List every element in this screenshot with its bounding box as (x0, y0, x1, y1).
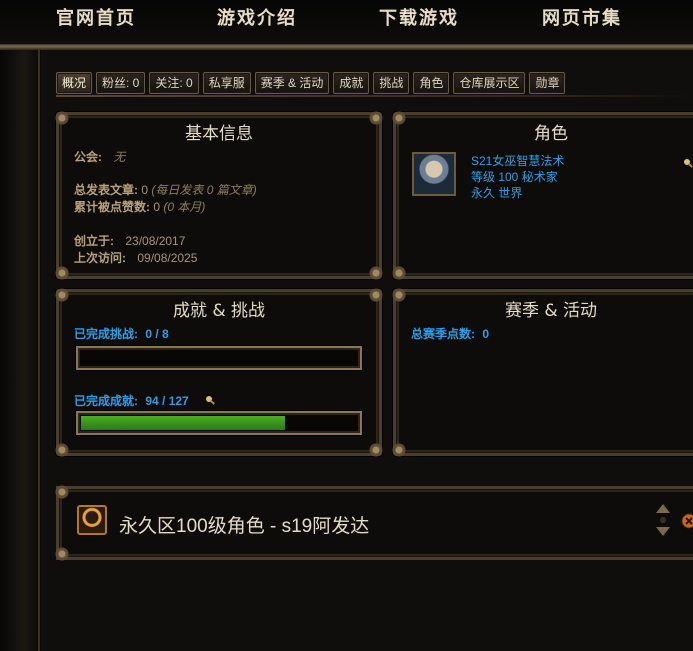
tab-overview[interactable]: 概况 (56, 72, 93, 94)
character-realm: 永久 世界 (471, 186, 523, 200)
character-panel: 角色 S21女巫智慧法术 等级 100 秘术家 永久 世界 (391, 110, 693, 281)
trophy-icon (684, 159, 693, 168)
basic-info-title: 基本信息 (185, 124, 253, 144)
character-portrait-icon (77, 505, 107, 535)
last-visit-label: 上次访问: (74, 251, 126, 265)
likes-value: 0 (153, 200, 161, 214)
guild-label: 公会: (74, 150, 102, 164)
character-level-class: 等级 100 秘术家 (471, 170, 558, 184)
tab-stash-showcase[interactable]: 仓库展示区 (453, 72, 526, 94)
guild-value: 无 (113, 150, 126, 164)
posts-label: 总发表文章: (74, 183, 138, 197)
profile-tabs: 概况 粉丝: 0 关注: 0 私享服 赛季 & 活动 成就 挑战 角色 仓库展示… (56, 72, 566, 94)
character-title: 角色 (534, 124, 568, 144)
close-icon[interactable] (681, 513, 693, 529)
created-value: 23/08/2017 (125, 234, 186, 248)
season-title: 赛季 & 活动 (504, 301, 598, 321)
posts-note: (每日发表 0 篇文章) (151, 183, 257, 197)
achievements-progress-fill (81, 416, 285, 430)
last-visit-value: 09/08/2025 (137, 251, 198, 265)
likes-label: 累计被点赞数: (74, 200, 150, 214)
achievements-progress-bar (76, 411, 362, 435)
nav-home-link[interactable]: 官网首页 (56, 4, 136, 30)
achievements-title: 成就 & 挑战 (172, 301, 266, 321)
tab-badges[interactable]: 勋章 (529, 72, 566, 94)
challenges-progress-bar (76, 346, 362, 370)
character-name-link[interactable]: S21女巫智慧法术 (471, 153, 564, 169)
corner-ornament (391, 442, 407, 458)
character-avatar[interactable] (412, 152, 456, 196)
tab-fans[interactable]: 粉丝: 0 (96, 72, 146, 94)
corner-ornament (54, 442, 70, 458)
nav-market-link[interactable]: 网页市集 (542, 4, 622, 30)
top-navigation: 官网首页 游戏介绍 下载游戏 网页市集 (0, 0, 693, 44)
tab-following[interactable]: 关注: 0 (149, 72, 199, 94)
nav-download-link[interactable]: 下载游戏 (379, 4, 459, 30)
achievements-label: 已完成成就: (74, 394, 138, 408)
tab-private-server[interactable]: 私享服 (202, 72, 251, 94)
created-label: 创立于: (74, 234, 114, 248)
corner-ornament (391, 265, 407, 281)
tab-characters[interactable]: 角色 (413, 72, 450, 94)
featured-character-title: 永久区100级角色 - s19阿发达 (119, 516, 370, 537)
expand-collapse-icon[interactable] (653, 502, 673, 538)
likes-note: (0 本月) (163, 200, 206, 214)
achievements-panel: 成就 & 挑战 已完成挑战: 0 / 8 已完成成就: 94 / 127 (54, 287, 384, 458)
tab-season-events[interactable]: 赛季 & 活动 (254, 72, 330, 94)
tab-achievements[interactable]: 成就 (333, 72, 370, 94)
featured-character-bar: 永久区100级角色 - s19阿发达 (54, 484, 693, 562)
challenges-value: 0 / 8 (145, 327, 169, 341)
season-panel: 赛季 & 活动 总赛季点数: 0 (391, 287, 693, 458)
trophy-icon (206, 396, 216, 405)
season-points-value: 0 (482, 327, 490, 341)
basic-info-panel: 基本信息 公会: 无 总发表文章: 0 (每日发表 0 篇文章) 累计被点赞数:… (54, 110, 384, 281)
season-points-label: 总赛季点数: (411, 327, 475, 341)
corner-ornament (368, 265, 384, 281)
corner-ornament (54, 265, 70, 281)
corner-ornament (54, 546, 70, 562)
nav-game-intro-link[interactable]: 游戏介绍 (217, 4, 297, 30)
left-decor-pillar (0, 50, 40, 651)
tabs-underline (56, 95, 693, 97)
tab-challenges[interactable]: 挑战 (373, 72, 410, 94)
challenges-label: 已完成挑战: (74, 327, 138, 341)
corner-ornament (368, 442, 384, 458)
posts-value: 0 (141, 183, 149, 197)
achievements-value: 94 / 127 (145, 394, 189, 408)
corner-ornament (54, 484, 70, 500)
